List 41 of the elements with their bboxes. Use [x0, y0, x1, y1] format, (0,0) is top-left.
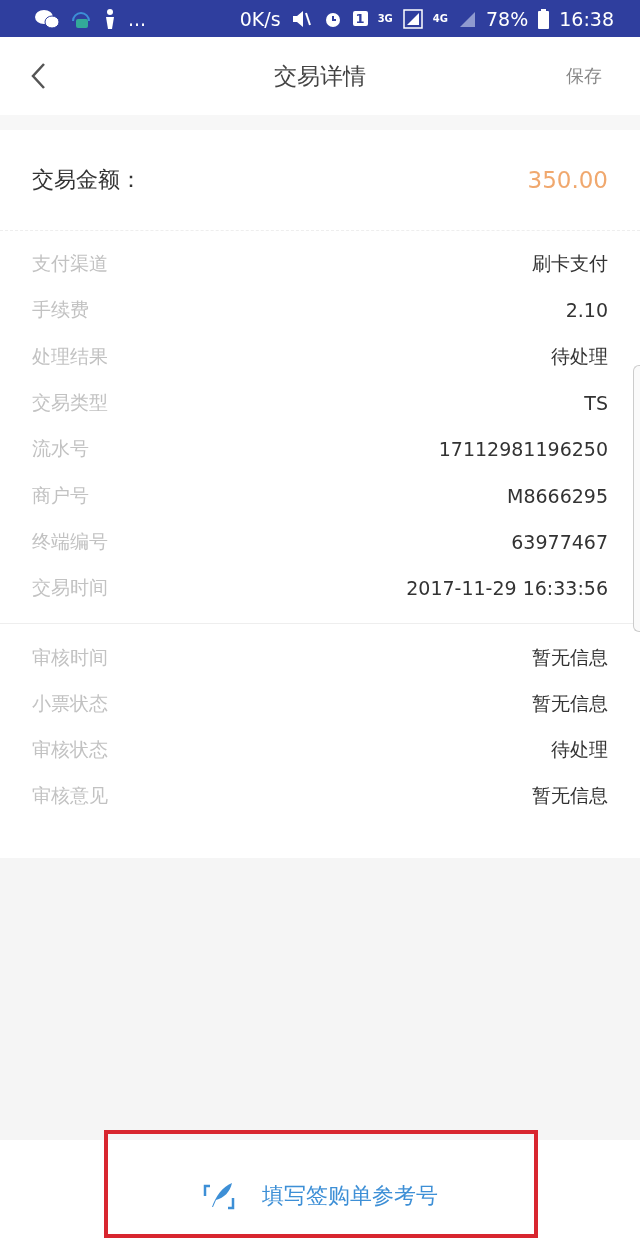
field-label: 审核时间	[32, 644, 108, 670]
network-type: 4G	[432, 13, 448, 24]
field-value: TS	[584, 392, 608, 415]
field-label: 流水号	[32, 436, 89, 462]
amount-label: 交易金额：	[32, 166, 142, 194]
field-value: 17112981196250	[438, 438, 608, 461]
chat-icon	[34, 8, 60, 29]
field-value: 63977467	[511, 530, 608, 553]
field-label: 处理结果	[32, 343, 108, 369]
save-button[interactable]: 保存	[566, 64, 602, 88]
field-value: 待处理	[551, 737, 608, 763]
field-value: 刷卡支付	[532, 251, 608, 277]
sim-badge: 1	[352, 11, 368, 26]
network-type: 3G	[377, 13, 393, 24]
field-value: 暂无信息	[532, 783, 608, 809]
field-label: 商户号	[32, 482, 89, 508]
field-value: 2.10	[565, 299, 608, 322]
field-label: 手续费	[32, 297, 89, 323]
network-speed: 0K/s	[239, 7, 281, 30]
field-label: 支付渠道	[32, 251, 108, 277]
field-value: 暂无信息	[532, 690, 608, 716]
field-label: 交易类型	[32, 390, 108, 416]
signal-icon	[402, 8, 423, 29]
amount-value: 350.00	[527, 167, 608, 193]
field-label: 小票状态	[32, 690, 108, 716]
field-value: 2017-11-29 16:33:56	[406, 577, 608, 600]
field-label: 交易时间	[32, 575, 108, 601]
field-value: 待处理	[551, 343, 608, 369]
battery-percent: 78%	[486, 7, 529, 30]
battery-icon	[538, 8, 550, 29]
clock: 16:38	[559, 7, 614, 30]
more-notifications: ...	[128, 7, 147, 30]
mute-icon	[290, 8, 313, 29]
field-value: 暂无信息	[532, 644, 608, 670]
fill-reference-button[interactable]: 填写签购单参考号	[196, 1175, 444, 1216]
page-title: 交易详情	[274, 62, 366, 89]
field-value: M8666295	[507, 484, 608, 507]
field-label: 终端编号	[32, 528, 108, 554]
field-label: 审核意见	[32, 783, 108, 809]
back-button[interactable]	[30, 62, 46, 90]
field-label: 审核状态	[32, 737, 108, 763]
